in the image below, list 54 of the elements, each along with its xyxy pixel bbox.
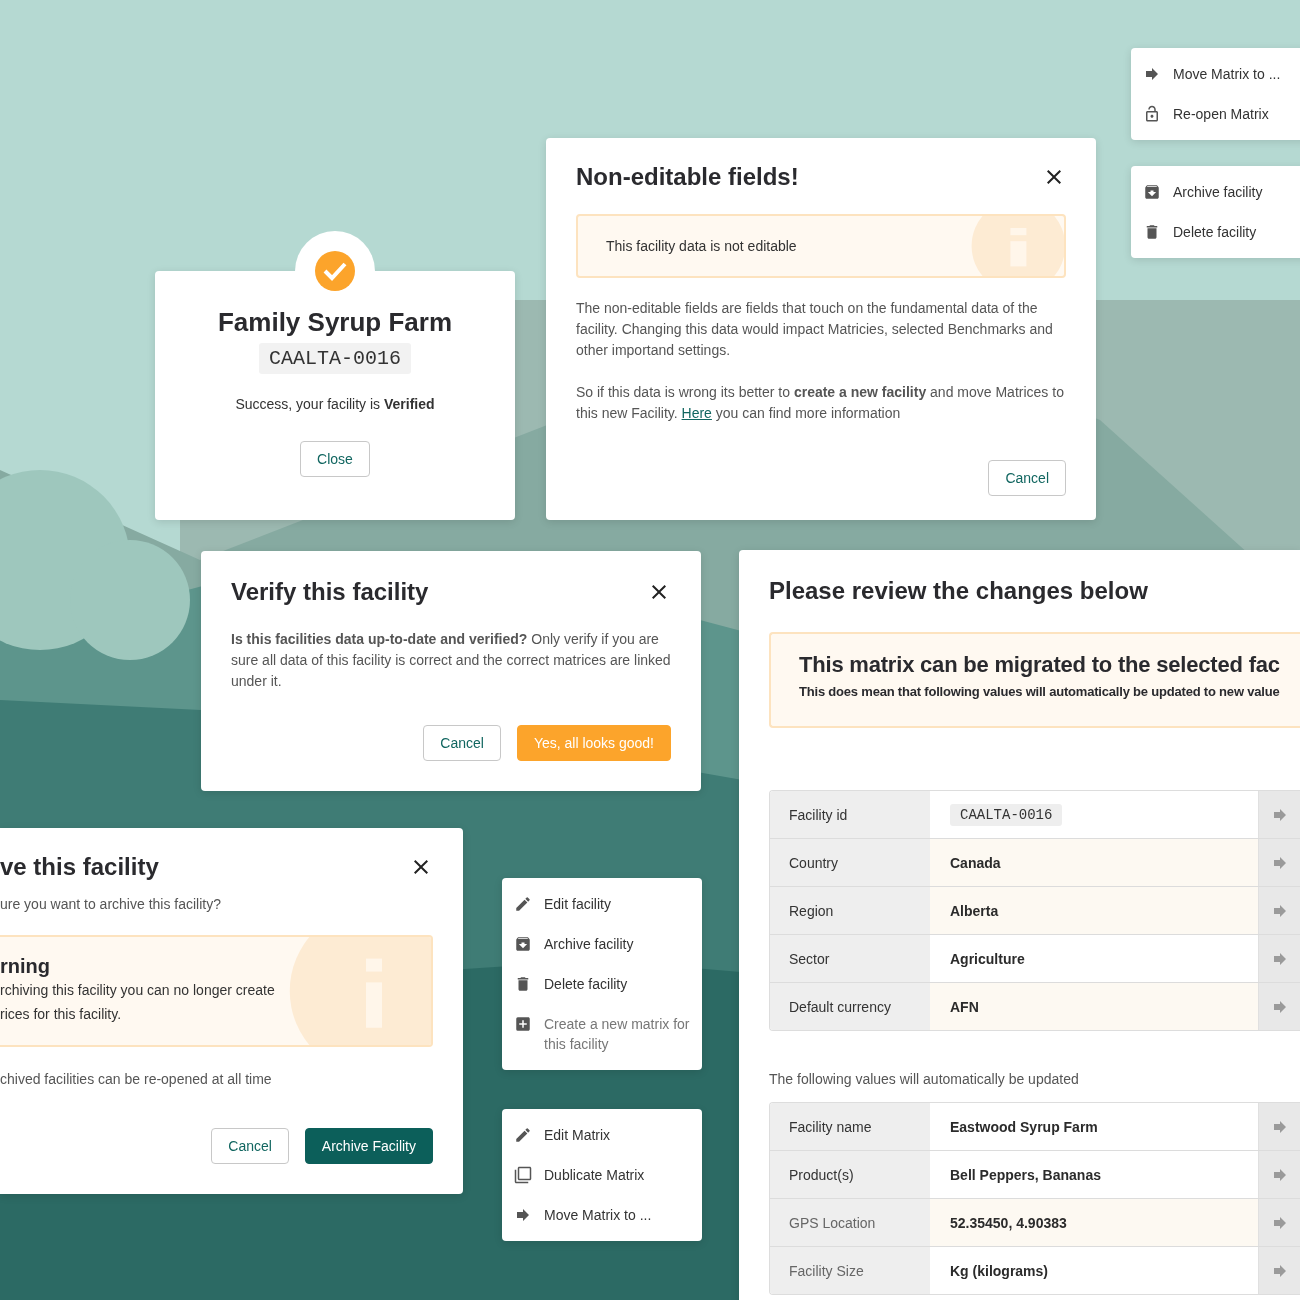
menu-item[interactable]: Move Matrix to ... [1131,54,1300,94]
table-cell: Facility name [770,1103,930,1150]
notice-text: This facility data is not editable [606,238,797,254]
table-cell: GPS Location [770,1199,930,1246]
advice-text: So if this data is wrong its better to create a new facility and move Matrices to this new Facility. Here you can find more information [576,383,1065,423]
copy-icon [514,1165,532,1185]
warning-title: rning [0,955,51,978]
table-cell: AFN [930,983,1258,1030]
table-cell: Country [770,839,930,886]
table-cell: Facility Size [770,1247,930,1294]
facility-code: CAALTA-0016 [259,343,411,374]
dialog-title: ve this facility [0,852,159,882]
table-cell: Facility id [770,791,930,838]
close-button[interactable]: Close [300,441,370,477]
panel-title: Please review the changes below [769,576,1149,606]
help-link[interactable]: Here [681,405,712,421]
dialog-title: Verify this facility [231,577,429,607]
table-cell: Region [770,887,930,934]
warning-text: rices for this facility. [0,1005,123,1024]
menu-item[interactable]: Edit Matrix [502,1115,702,1155]
facility-name: Family Syrup Farm [217,307,453,337]
table-cell: Canada [930,839,1258,886]
menu-item[interactable]: Re-open Matrix [1131,94,1300,134]
cancel-button[interactable]: Cancel [423,725,501,761]
pencil-icon [514,894,532,914]
table-cell: Sector [770,935,930,982]
menu-item[interactable]: Dublicate Matrix [502,1155,702,1195]
archive-box-icon [514,934,532,954]
dialog-title: Non-editable fields! [576,162,799,192]
cancel-button[interactable]: Cancel [211,1128,289,1164]
cancel-button[interactable]: Cancel [988,460,1066,496]
menu-item[interactable]: Archive facility [502,924,702,964]
menu-item[interactable]: Edit facility [502,884,702,924]
table-cell: Default currency [770,983,930,1030]
notice-subtitle: This does mean that following values will automatically be updated to new value [799,684,1281,699]
warning-text: rchiving this facility you can no longer create [0,981,276,1000]
verify-text: Is this facilities data up-to-date and verified? Only verify if you are sure all data of this facility is correct and the correct matrices are linked under it. [231,630,671,691]
menu-item[interactable]: Delete facility [502,964,702,1004]
pencil-icon [514,1125,532,1145]
archive-note: chived facilities can be re-opened at all time [0,1070,273,1089]
archive-button[interactable]: Archive Facility [304,1128,433,1164]
table-cell: 52.35450, 4.90383 [930,1199,1258,1246]
table-cell: Alberta [930,887,1258,934]
archive-box-icon [1143,182,1161,202]
success-message: Success, your facility is Verified [235,395,435,414]
archive-question: ure you want to archive this facility? [0,895,222,914]
unlocked-padlock-icon [1143,104,1161,124]
menu-item[interactable]: Delete facility [1131,212,1300,252]
table-cell: Product(s) [770,1151,930,1198]
menu-item[interactable]: Archive facility [1131,172,1300,212]
explanation-text: The non-editable fields are fields that touch on the fundamental data of the facility. Changing this data would impact Matricies, selected Benchmarks and other importand settings. [576,299,1054,360]
updated-values-caption: The following values will automatically be updated [769,1070,1080,1089]
menu-item[interactable]: Move Matrix to ... [502,1195,702,1235]
notice-title: This matrix can be migrated to the selected fac [799,652,1281,678]
